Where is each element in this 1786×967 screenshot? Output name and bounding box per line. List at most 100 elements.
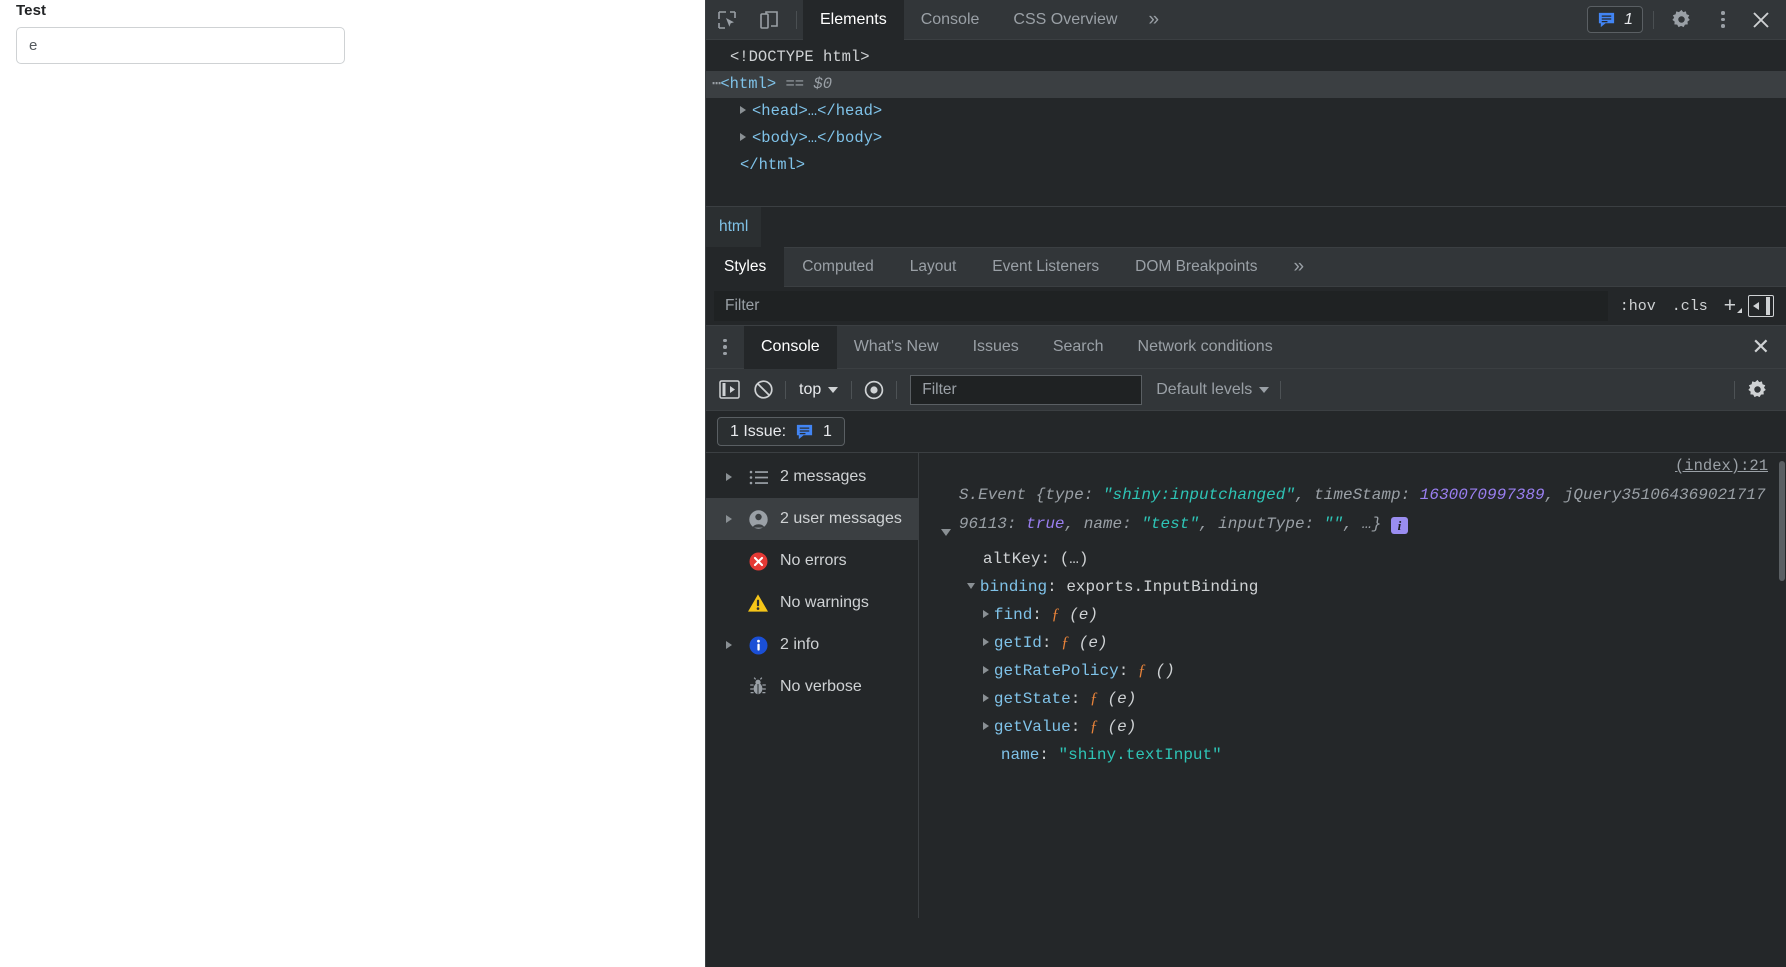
console-output[interactable]: (index):21 S.Event {type: "shiny:inputch…	[918, 453, 1786, 918]
prop-getValue[interactable]: getValue: ƒ (e)	[959, 713, 1768, 741]
prop-value: (e)	[1069, 606, 1098, 624]
tab-dom-breakpoints[interactable]: DOM Breakpoints	[1117, 247, 1275, 287]
tab-computed[interactable]: Computed	[784, 247, 892, 287]
console-settings-gear-icon[interactable]	[1740, 373, 1774, 407]
console-event-summary: S.Event {type: "shiny:inputchanged", tim…	[959, 481, 1768, 539]
event-value-timestamp: 1630070997389	[1419, 486, 1545, 504]
sidebar-item-warnings[interactable]: No warnings	[706, 582, 918, 624]
expand-triangle-icon[interactable]	[722, 473, 736, 481]
prop-value[interactable]: (…)	[1060, 550, 1089, 568]
console-entry-event[interactable]: (index):21 S.Event {type: "shiny:inputch…	[919, 453, 1786, 775]
sidebar-item-label: No verbose	[780, 678, 862, 695]
sidebar-item-messages[interactable]: 2 messages	[706, 456, 918, 498]
console-filter-input[interactable]	[910, 374, 1143, 405]
dom-line-body[interactable]: <body>…</body>	[706, 125, 1786, 152]
test-input[interactable]	[16, 27, 345, 64]
styles-filter-row: :hov .cls +	[706, 287, 1786, 326]
expand-triangle-icon[interactable]	[982, 666, 989, 674]
chevron-down-icon	[828, 386, 839, 393]
issues-counter-button[interactable]: 1	[1587, 6, 1643, 33]
device-toolbar-icon[interactable]	[748, 0, 790, 40]
kebab-menu-icon[interactable]	[1702, 0, 1744, 40]
expand-triangle-icon[interactable]	[740, 106, 746, 114]
prop-getId[interactable]: getId: ƒ (e)	[959, 629, 1768, 657]
console-context-selector[interactable]: top	[791, 381, 846, 399]
sidebar-item-user-messages[interactable]: 2 user messages	[706, 498, 918, 540]
prop-name-shiny[interactable]: name: "shiny.textInput"	[959, 741, 1768, 769]
tab-console[interactable]: Console	[904, 0, 997, 40]
console-issues-button[interactable]: 1 Issue: 1	[717, 417, 845, 446]
console-log-levels-selector[interactable]: Default levels	[1150, 381, 1275, 399]
collapse-triangle-icon[interactable]	[966, 583, 975, 589]
expand-triangle-icon[interactable]	[982, 694, 989, 702]
drawer-tab-network-conditions[interactable]: Network conditions	[1121, 326, 1290, 369]
prop-value: exports.InputBinding	[1066, 578, 1259, 596]
issues-count: 1	[1624, 10, 1633, 28]
event-class-name: S.Event {	[958, 486, 1046, 504]
dom-line-doctype[interactable]: <!DOCTYPE html>	[706, 44, 1786, 71]
prop-getState[interactable]: getState: ƒ (e)	[959, 685, 1768, 713]
web-page-viewport: Test	[0, 0, 705, 967]
dom-line-html-close[interactable]: </html>	[706, 152, 1786, 179]
hov-toggle-button[interactable]: :hov	[1612, 298, 1664, 315]
styles-more-chevron-icon[interactable]: »	[1275, 247, 1322, 287]
tab-elements[interactable]: Elements	[803, 0, 904, 40]
list-icon	[746, 470, 770, 485]
tab-styles[interactable]: Styles	[706, 247, 785, 287]
expand-triangle-icon-2[interactable]	[740, 133, 746, 141]
dom-line-html[interactable]: ⋯<html> == $0	[706, 71, 1786, 98]
prop-binding[interactable]: binding: exports.InputBinding	[959, 573, 1768, 601]
console-issues-text: 1 Issue:	[730, 422, 787, 440]
expand-triangle-icon[interactable]	[982, 722, 989, 730]
clear-console-icon[interactable]	[746, 373, 780, 407]
close-icon[interactable]	[1744, 0, 1786, 40]
sidebar-item-verbose[interactable]: No verbose	[706, 666, 918, 708]
console-scrollbar-thumb[interactable]	[1779, 461, 1785, 581]
more-tabs-chevron-icon[interactable]: »	[1134, 0, 1173, 40]
breadcrumb: html	[706, 206, 1786, 248]
cls-toggle-button[interactable]: .cls	[1664, 298, 1716, 315]
sidebar-item-errors[interactable]: No errors	[706, 540, 918, 582]
breadcrumb-item-html[interactable]: html	[706, 206, 762, 248]
inspect-element-icon[interactable]	[706, 0, 748, 40]
error-icon	[746, 551, 770, 572]
expand-dots-icon[interactable]: ⋯	[706, 75, 721, 93]
expand-triangle-icon[interactable]	[982, 638, 989, 646]
console-sidebar-toggle-icon[interactable]	[712, 373, 746, 407]
info-badge-icon[interactable]: i	[1390, 517, 1408, 534]
expand-triangle-icon-3[interactable]	[722, 641, 736, 649]
console-scrollbar[interactable]	[1778, 453, 1786, 918]
tab-layout[interactable]: Layout	[892, 247, 975, 287]
prop-value: (e)	[1107, 690, 1137, 708]
console-message-sidebar: 2 messages 2 user messages No errors No …	[706, 453, 919, 918]
gear-icon[interactable]	[1660, 0, 1702, 40]
computed-sidebar-toggle-icon[interactable]	[1748, 295, 1774, 317]
drawer-tab-whats-new[interactable]: What's New	[837, 326, 956, 369]
sidebar-item-info[interactable]: 2 info	[706, 624, 918, 666]
live-expression-eye-icon[interactable]	[857, 373, 891, 407]
prop-find[interactable]: find: ƒ (e)	[959, 601, 1768, 629]
dom-tree[interactable]: <!DOCTYPE html> ⋯<html> == $0 <head>…</h…	[706, 40, 1786, 206]
new-style-rule-button[interactable]: +	[1716, 294, 1744, 318]
tab-css-overview[interactable]: CSS Overview	[996, 0, 1134, 40]
drawer-kebab-menu-icon[interactable]	[706, 326, 744, 369]
drawer-close-icon[interactable]: ✕	[1736, 334, 1786, 360]
user-icon	[746, 509, 770, 530]
expand-object-triangle-icon[interactable]	[940, 529, 951, 536]
console-body: 2 messages 2 user messages No errors No …	[706, 453, 1786, 918]
drawer-tab-console[interactable]: Console	[744, 325, 837, 369]
prop-name: getState	[993, 690, 1071, 708]
dom-line-head[interactable]: <head>…</head>	[706, 98, 1786, 125]
prop-getRatePolicy[interactable]: getRatePolicy: ƒ ()	[959, 657, 1768, 685]
prop-name: altKey	[982, 550, 1041, 568]
styles-filter-input[interactable]	[714, 291, 1608, 321]
event-key-type: type:	[1045, 486, 1103, 504]
sep-3: ,	[1064, 515, 1084, 533]
expand-triangle-icon[interactable]	[982, 610, 989, 618]
source-location-link[interactable]: (index):21	[1675, 457, 1768, 475]
drawer-tab-issues[interactable]: Issues	[956, 326, 1036, 369]
prop-altKey[interactable]: altKey: (…)	[959, 545, 1768, 573]
tab-event-listeners[interactable]: Event Listeners	[974, 247, 1117, 287]
drawer-tab-search[interactable]: Search	[1036, 326, 1121, 369]
expand-triangle-icon-2[interactable]	[722, 515, 736, 523]
